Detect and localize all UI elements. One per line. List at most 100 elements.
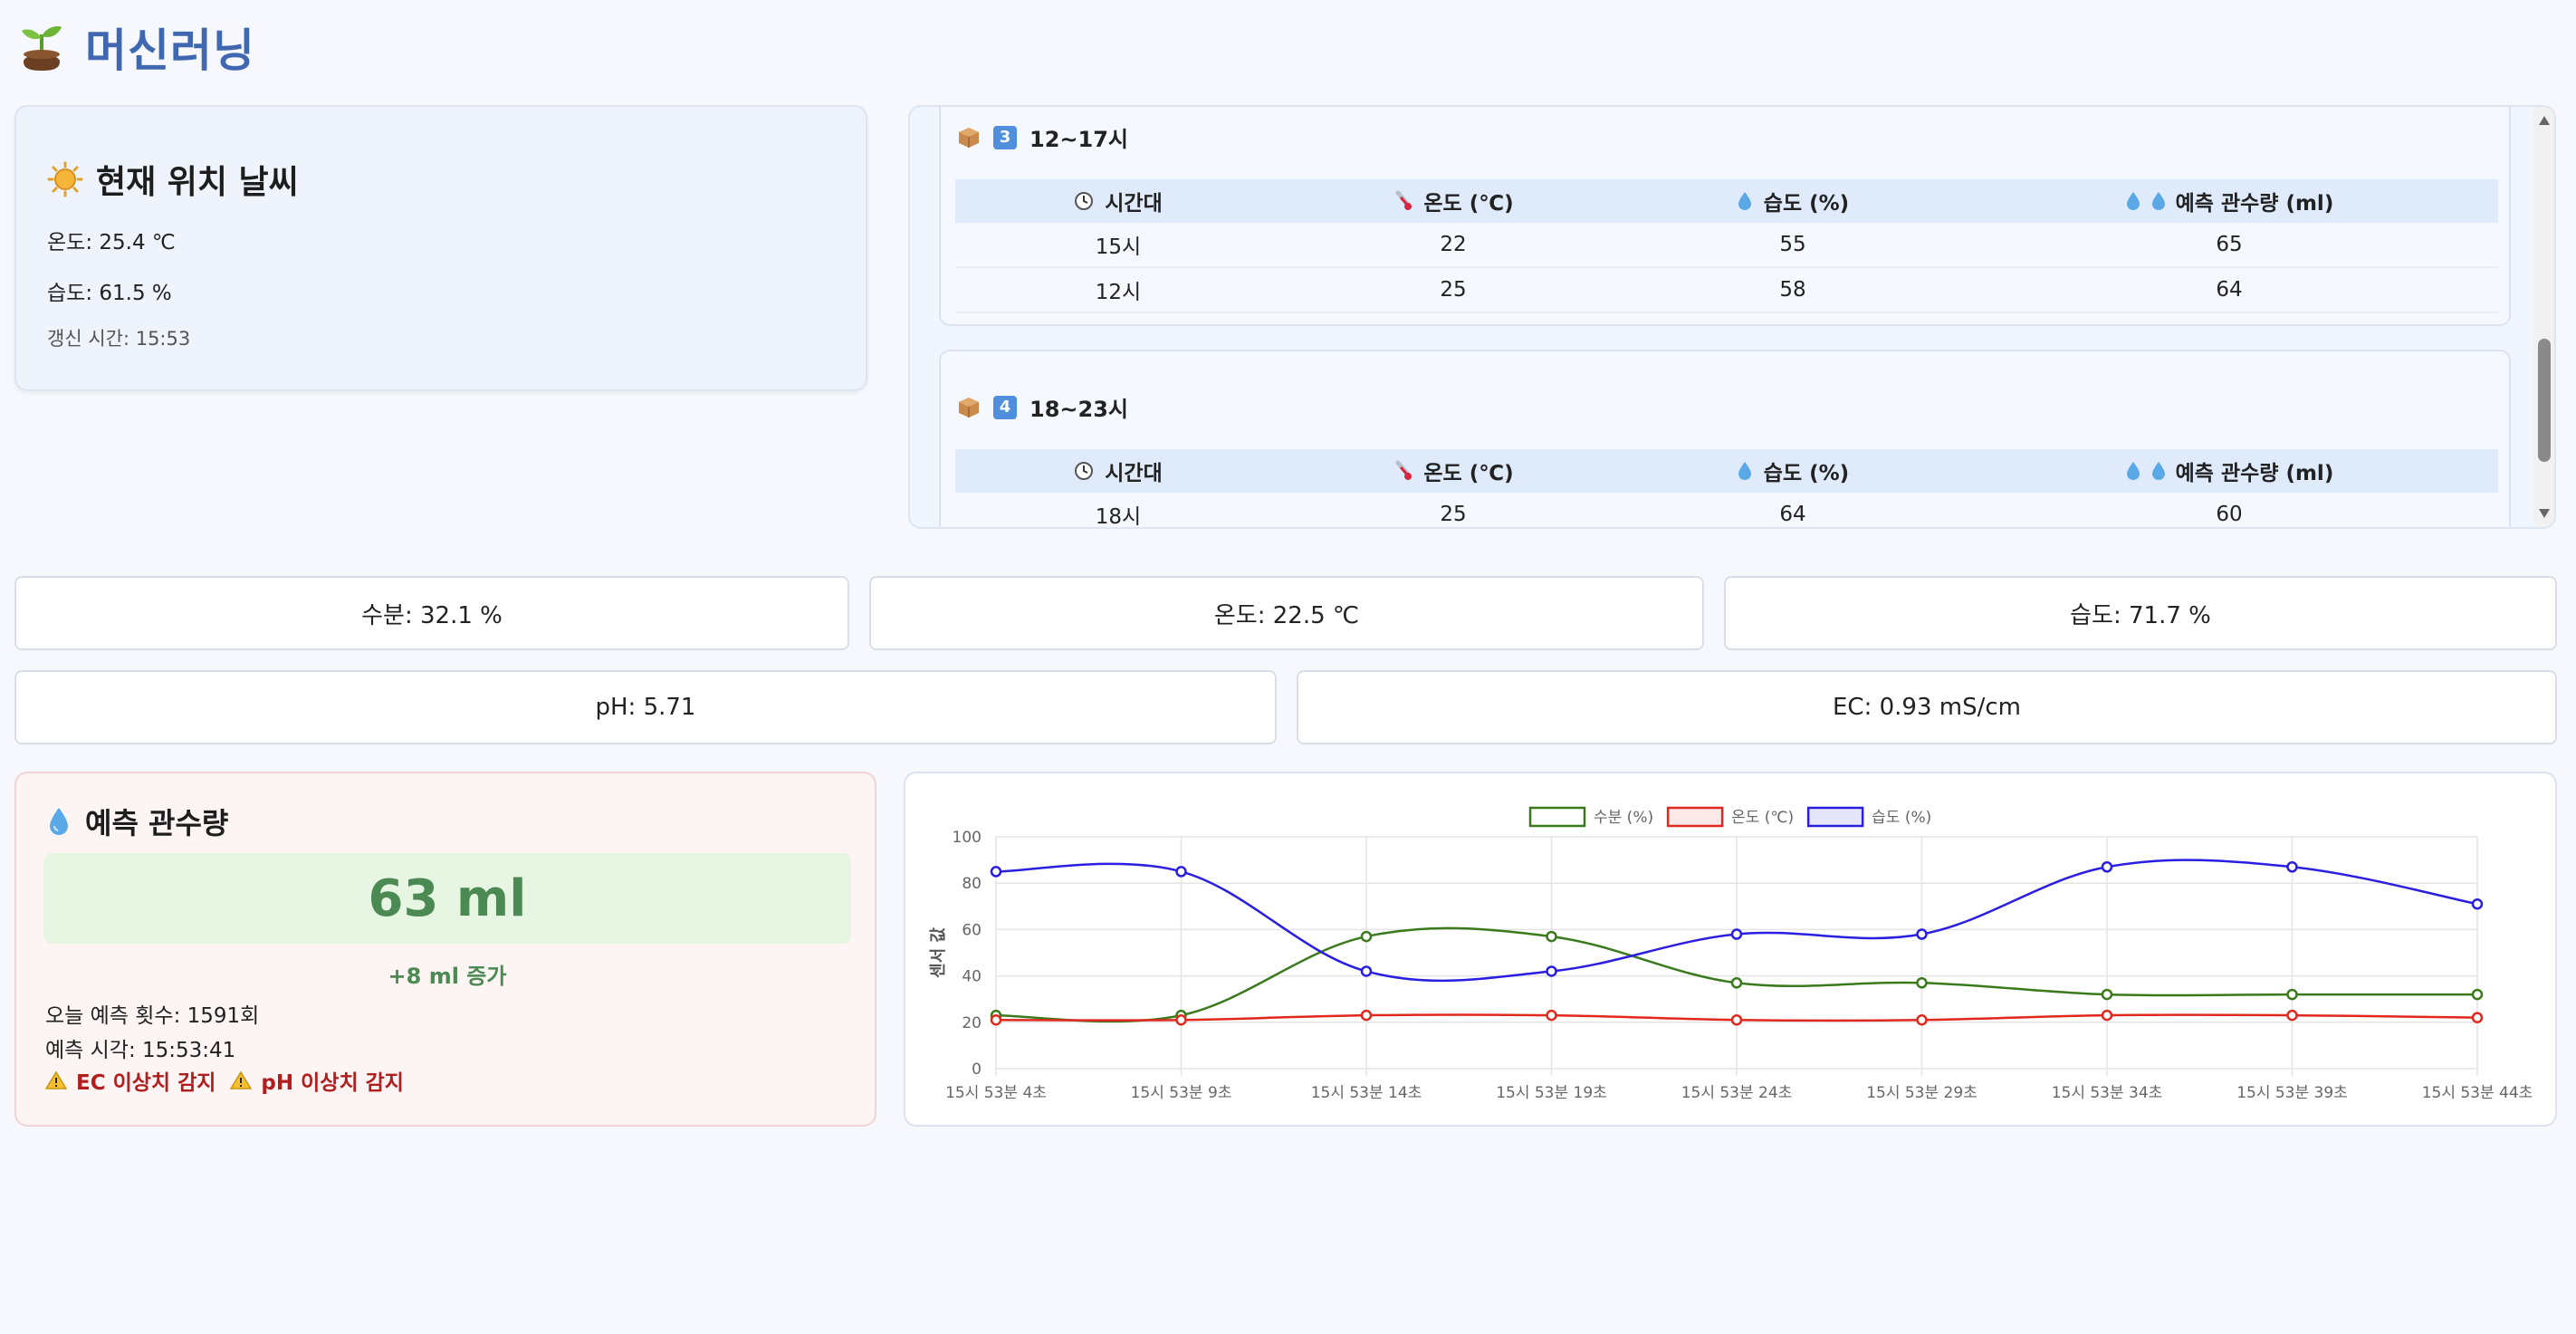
forecast-table: 시간대 온도 (℃) 습도 (%) 예측 관수량 (ml) 18시 25 64 … <box>955 449 2498 529</box>
scroll-down-arrow-icon[interactable] <box>2539 509 2550 518</box>
prediction-title-text: 예측 관수량 <box>85 806 229 840</box>
data-point <box>1916 928 1928 940</box>
scroll-up-arrow-icon[interactable] <box>2539 116 2550 125</box>
x-tick-label: 15시 53분 19초 <box>1496 1084 1607 1102</box>
droplet-icon <box>50 808 68 835</box>
weather-temperature: 온도: 25.4 ℃ <box>47 231 176 254</box>
data-point <box>2101 1009 2113 1022</box>
forecast-table-header: 시간대 온도 (℃) 습도 (%) 예측 관수량 (ml) <box>955 179 2498 223</box>
cell-temp: 25 <box>1440 278 1467 302</box>
sensor-temperature: 온도: 22.5 ℃ <box>869 576 1704 650</box>
alert-ph: pH 이상치 감지 <box>261 1071 404 1095</box>
sensor-ph: pH: 5.71 <box>14 670 1277 744</box>
weather-humidity: 습도: 61.5 % <box>47 282 172 305</box>
col-temp: 온도 (℃) <box>1281 456 1625 486</box>
thermometer-icon <box>1395 190 1412 210</box>
cell-time: 18시 <box>1095 505 1142 529</box>
sensor-ec: EC: 0.93 mS/cm <box>1297 670 2557 744</box>
data-point <box>1360 930 1373 943</box>
data-point <box>2101 988 2113 1001</box>
data-point <box>2286 988 2298 1001</box>
data-point <box>1546 930 1557 943</box>
col-humidity-label: 습도 (%) <box>1763 462 1850 485</box>
droplet-icon <box>2126 192 2140 210</box>
forecast-block: 3 12~17시 시간대 온도 (℃) 습도 (%) 예측 관수량 (ml) 1… <box>939 107 2511 326</box>
x-tick-label: 15시 53분 44초 <box>2422 1084 2533 1102</box>
warning-icon <box>45 1070 67 1089</box>
app-header: 머신러닝 <box>18 20 255 77</box>
y-tick-label: 40 <box>962 968 982 986</box>
package-icon <box>959 127 979 148</box>
scrollbar[interactable] <box>2534 107 2554 527</box>
droplet-icon <box>1738 462 1751 480</box>
data-point <box>2286 861 2298 873</box>
y-tick-label: 80 <box>962 875 982 893</box>
col-time-label: 시간대 <box>1105 192 1163 216</box>
data-point <box>2471 897 2484 910</box>
data-point <box>2101 861 2113 873</box>
y-tick-label: 100 <box>953 829 982 847</box>
legend-swatch <box>1528 806 1586 828</box>
droplet-icon <box>2126 462 2140 480</box>
data-point <box>1730 977 1743 989</box>
sensor-humidity: 습도: 71.7 % <box>1724 576 2557 650</box>
forecast-block-header: 3 12~17시 <box>957 121 1128 153</box>
droplet-icon <box>1738 192 1751 210</box>
y-axis-label: 센서 값 <box>929 927 948 978</box>
col-humidity: 습도 (%) <box>1625 186 1960 216</box>
cell-water: 60 <box>2216 503 2243 526</box>
weather-updated-time: 갱신 시간: 15:53 <box>47 328 191 350</box>
prediction-value: 63 ml <box>368 869 527 928</box>
cell-humidity: 55 <box>1779 233 1806 256</box>
droplet-icon <box>2151 192 2165 210</box>
data-point <box>1175 866 1187 878</box>
x-tick-label: 15시 53분 34초 <box>2052 1084 2163 1102</box>
data-point <box>1360 965 1373 977</box>
cell-time: 12시 <box>1095 281 1142 304</box>
table-row: 12시 25 58 64 <box>955 268 2498 313</box>
y-tick-label: 20 <box>962 1014 982 1032</box>
data-point <box>1175 1013 1187 1026</box>
cell-temp: 25 <box>1440 503 1467 526</box>
scroll-thumb[interactable] <box>2538 339 2551 462</box>
cell-humidity: 58 <box>1779 278 1806 302</box>
data-point <box>1546 965 1557 977</box>
legend-label: 수분 (%) <box>1594 809 1653 827</box>
alert-ec: EC 이상치 감지 <box>76 1071 216 1095</box>
cell-temp: 22 <box>1440 233 1467 256</box>
x-tick-label: 15시 53분 24초 <box>1681 1084 1793 1102</box>
col-time: 시간대 <box>955 186 1281 216</box>
forecast-panel[interactable]: 3 12~17시 시간대 온도 (℃) 습도 (%) 예측 관수량 (ml) 1… <box>908 105 2556 529</box>
data-point <box>990 1013 1002 1026</box>
prediction-time: 예측 시각: 15:53:41 <box>45 1039 236 1062</box>
x-tick-label: 15시 53분 39초 <box>2236 1084 2348 1102</box>
data-point <box>990 866 1002 878</box>
y-tick-label: 60 <box>962 921 982 939</box>
data-point <box>2471 1012 2484 1023</box>
table-row: 18시 25 64 60 <box>955 493 2498 529</box>
data-point <box>1360 1009 1373 1022</box>
legend-swatch <box>1666 806 1724 828</box>
sensor-moisture: 수분: 32.1 % <box>14 576 849 650</box>
col-water-label: 예측 관수량 (ml) <box>2175 192 2334 216</box>
x-tick-label: 15시 53분 14초 <box>1311 1084 1422 1102</box>
y-tick-label: 0 <box>972 1060 982 1079</box>
cell-water: 64 <box>2216 278 2243 302</box>
col-time: 시간대 <box>955 456 1281 486</box>
data-point <box>1916 1013 1928 1026</box>
cell-water: 65 <box>2216 233 2243 256</box>
forecast-table-header: 시간대 온도 (℃) 습도 (%) 예측 관수량 (ml) <box>955 449 2498 493</box>
weather-card: 현재 위치 날씨 온도: 25.4 ℃ 습도: 61.5 % 갱신 시간: 15… <box>14 105 867 391</box>
data-point <box>2286 1009 2298 1022</box>
clock-icon <box>1075 192 1094 210</box>
legend-label: 온도 (℃) <box>1731 809 1794 827</box>
data-point <box>2471 988 2484 1001</box>
forecast-block-label: 12~17시 <box>1029 127 1128 152</box>
col-temp: 온도 (℃) <box>1281 186 1625 216</box>
legend-label: 습도 (%) <box>1872 809 1931 827</box>
x-tick-label: 15시 53분 4초 <box>945 1084 1047 1102</box>
data-point <box>1546 1009 1557 1022</box>
table-row: 15시 22 55 65 <box>955 223 2498 268</box>
col-temp-label: 온도 (℃) <box>1423 462 1514 485</box>
data-point <box>1730 928 1743 940</box>
